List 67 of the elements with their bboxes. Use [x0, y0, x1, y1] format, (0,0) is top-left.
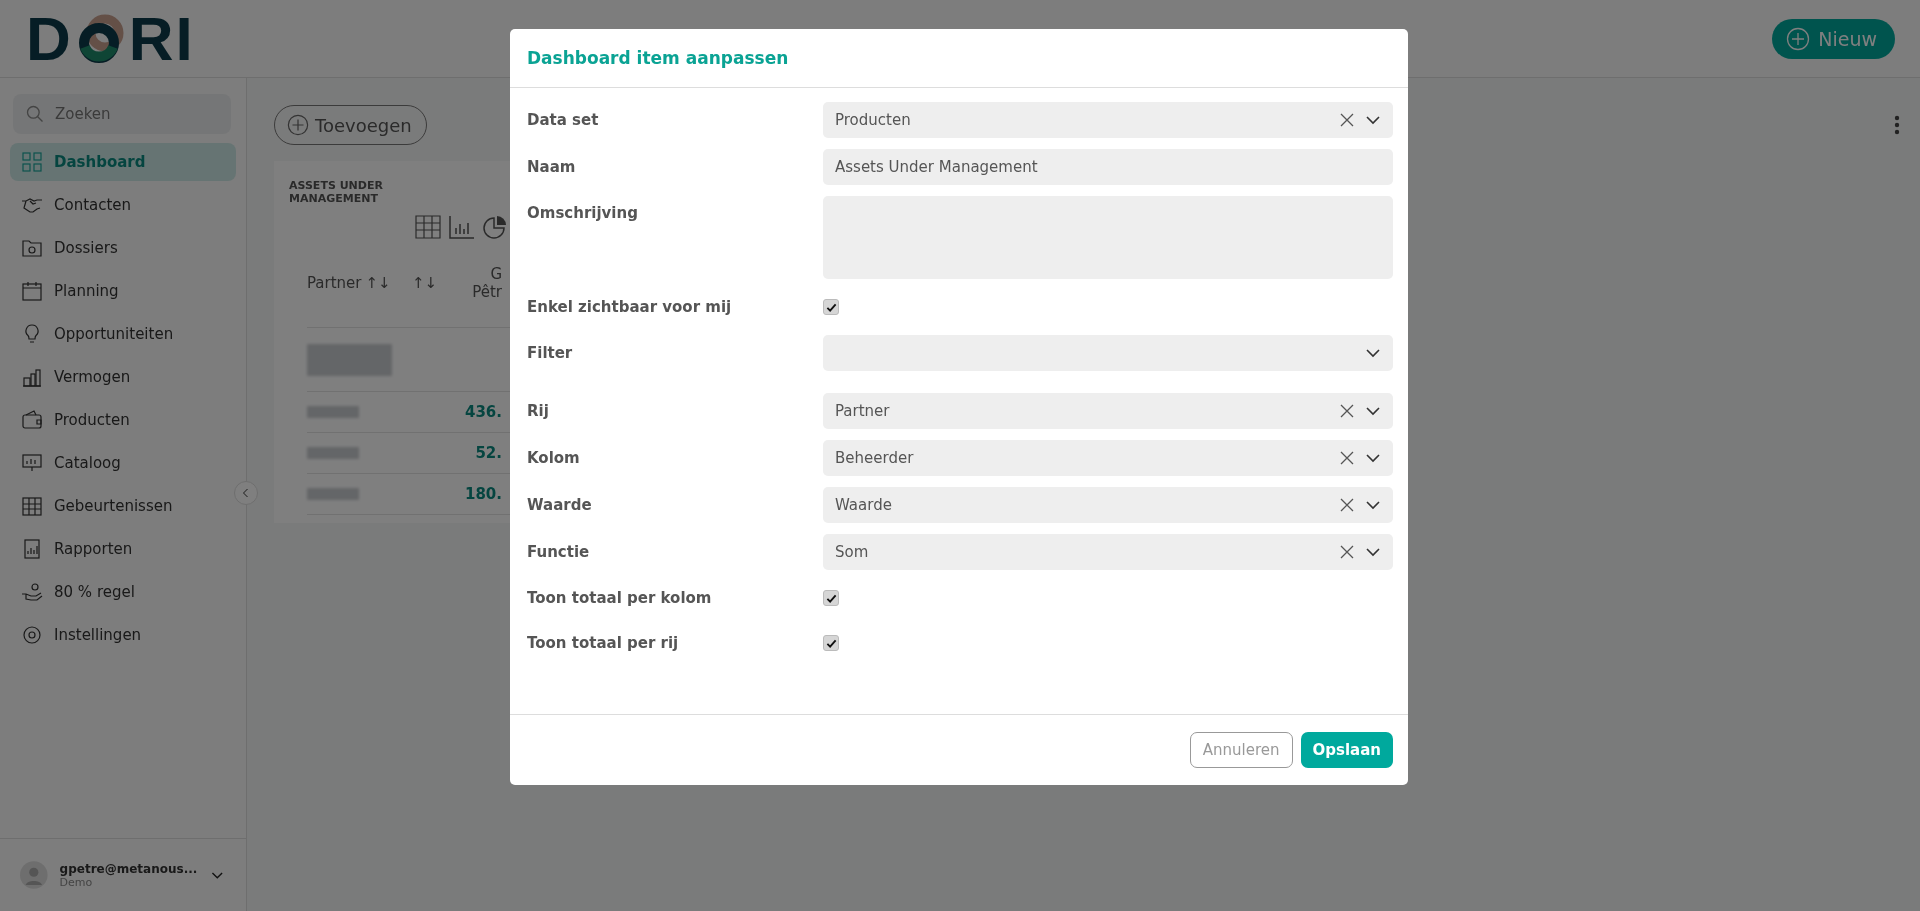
- search-icon: [25, 104, 45, 124]
- pie-chart-icon[interactable]: [483, 215, 507, 240]
- field-label: Toon totaal per kolom: [527, 589, 713, 607]
- column-header[interactable]: Partner: [307, 274, 362, 293]
- nav-item[interactable]: Cataloog: [10, 444, 236, 482]
- logo: D RI: [26, 3, 195, 74]
- grid-icon: [20, 150, 44, 174]
- field-label: Waarde: [527, 496, 593, 514]
- dialog-title: Dashboard item aanpassen: [527, 48, 789, 68]
- user-email: gpetre@metanous...: [59, 861, 198, 876]
- nav-item[interactable]: Rapporten: [10, 530, 236, 568]
- calendar-grid-icon: [20, 494, 44, 518]
- checkbox[interactable]: [823, 635, 839, 651]
- nav-item[interactable]: Planning: [10, 272, 236, 310]
- table-cell: 52.: [475, 444, 502, 463]
- nav-item[interactable]: Dashboard: [10, 143, 236, 181]
- nav-item[interactable]: 80 % regel: [10, 573, 236, 611]
- clear-icon[interactable]: [1339, 544, 1355, 560]
- select-field[interactable]: Producten: [823, 102, 1393, 138]
- card-title: ASSETS UNDER MANAGEMENT: [289, 179, 384, 206]
- user-role: Demo: [59, 875, 93, 889]
- select-field[interactable]: [823, 335, 1393, 371]
- field-label: Naam: [527, 158, 577, 176]
- plus-circle-icon: [1786, 26, 1811, 51]
- field-label: Filter: [527, 344, 574, 362]
- table-icon[interactable]: [415, 215, 441, 240]
- select-field[interactable]: Beheerder: [823, 440, 1393, 476]
- table-cell: 436.: [465, 403, 502, 422]
- plus-circle-icon: [287, 114, 309, 136]
- clear-icon[interactable]: [1339, 450, 1355, 466]
- save-button[interactable]: Opslaan: [1300, 732, 1393, 768]
- field-label: Rij: [527, 402, 550, 420]
- sort-toggle[interactable]: ↑↓: [412, 274, 438, 293]
- wallet-icon: [20, 408, 44, 432]
- hand-coin-icon: [20, 580, 44, 604]
- column-header[interactable]: G Pêtr: [460, 265, 502, 302]
- nav-item[interactable]: Contacten: [10, 186, 236, 224]
- clear-icon[interactable]: [1339, 497, 1355, 513]
- clear-icon[interactable]: [1339, 112, 1355, 128]
- nav-item[interactable]: Instellingen: [10, 616, 236, 654]
- select-field[interactable]: Waarde: [823, 487, 1393, 523]
- more-icon[interactable]: [1894, 115, 1900, 135]
- select-field[interactable]: Som: [823, 534, 1393, 570]
- new-button[interactable]: Nieuw: [1772, 18, 1895, 59]
- sort-toggle[interactable]: ↑↓: [365, 274, 391, 293]
- nav-item[interactable]: Dossiers: [10, 229, 236, 267]
- checkbox[interactable]: [823, 299, 839, 315]
- field-label: Toon totaal per rij: [527, 634, 680, 652]
- nav-item[interactable]: Gebeurtenissen: [10, 487, 236, 525]
- field-label: Functie: [527, 543, 591, 561]
- nav-item[interactable]: Opportuniteiten: [10, 315, 236, 353]
- field-label: Enkel zichtbaar voor mij: [527, 298, 733, 316]
- cancel-button[interactable]: Annuleren: [1189, 732, 1293, 768]
- field-label: Omschrijving: [527, 203, 639, 222]
- nav-item[interactable]: Producten: [10, 401, 236, 439]
- bar-chart-icon[interactable]: [449, 215, 475, 240]
- select-field[interactable]: Partner: [823, 393, 1393, 429]
- field-label: Kolom: [527, 449, 581, 467]
- clear-icon[interactable]: [1339, 403, 1355, 419]
- table-cell: 180.: [465, 485, 502, 504]
- search-field[interactable]: Zoeken: [13, 94, 231, 134]
- field-label: Data set: [527, 111, 600, 129]
- checkbox[interactable]: [823, 590, 839, 606]
- nav-item[interactable]: Vermogen: [10, 358, 236, 396]
- input-field[interactable]: Assets Under Management: [823, 149, 1393, 185]
- calendar-icon: [20, 279, 44, 303]
- avatar-icon: [20, 860, 48, 890]
